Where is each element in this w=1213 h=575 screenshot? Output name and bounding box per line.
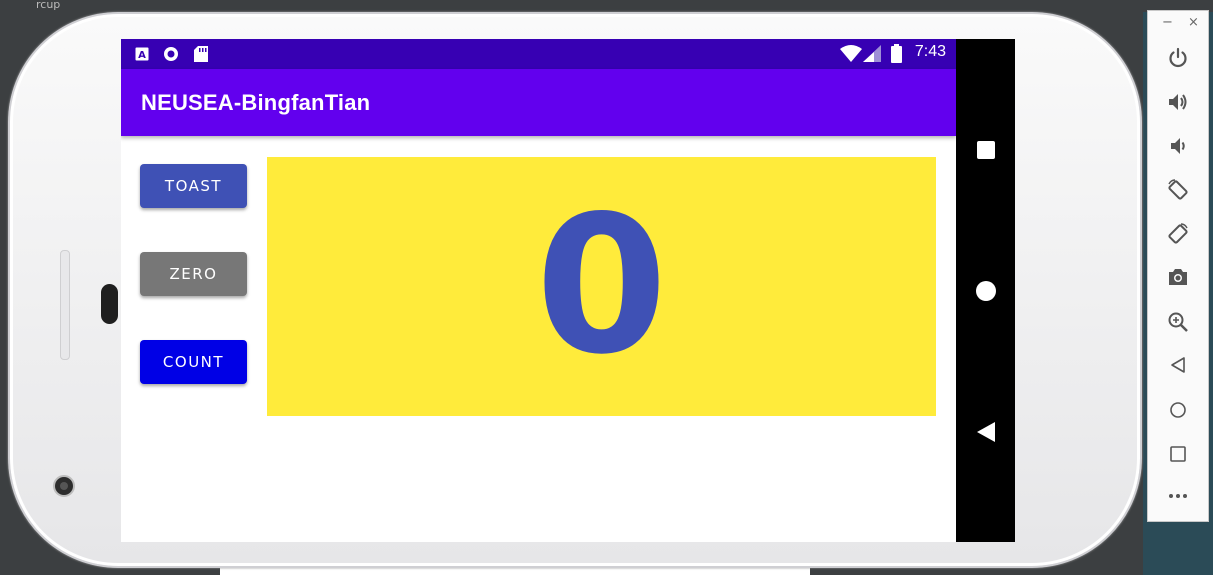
- status-bar: A 7:43: [121, 39, 956, 69]
- zoom-button[interactable]: [1148, 311, 1208, 333]
- screenshot-button[interactable]: [1148, 267, 1208, 287]
- home-icon: [1170, 402, 1186, 418]
- power-button[interactable]: [1148, 47, 1208, 69]
- more-options-button[interactable]: [1148, 493, 1208, 499]
- emulator-toolbar: − ×: [1147, 10, 1209, 522]
- home-circle-icon: [975, 281, 996, 301]
- count-button[interactable]: COUNT: [140, 340, 247, 384]
- cell-signal-icon: [863, 45, 881, 66]
- ide-fragment-text: rcup: [36, 0, 61, 11]
- app-bar: NEUSEA-BingfanTian: [121, 69, 956, 136]
- front-camera: [53, 475, 75, 497]
- counter-value: 0: [535, 174, 668, 396]
- svg-text:A: A: [138, 50, 146, 61]
- zero-button[interactable]: ZERO: [140, 252, 247, 296]
- sd-card-icon: [194, 46, 208, 66]
- power-icon: [1169, 47, 1187, 68]
- zoom-icon: [1168, 312, 1188, 332]
- back-triangle-icon: [976, 422, 995, 442]
- status-time: 7:43: [914, 43, 946, 60]
- home-nav-button[interactable]: [956, 281, 1015, 301]
- navigation-bar: [956, 39, 1015, 542]
- accessibility-notification-icon: A: [135, 46, 149, 65]
- wifi-icon: [840, 45, 862, 66]
- minimize-button[interactable]: −: [1162, 15, 1173, 30]
- rotate-right-button[interactable]: [1148, 222, 1208, 246]
- phone-side-button: [60, 250, 70, 360]
- emulator-overview-button[interactable]: [1148, 445, 1208, 463]
- volume-down-icon: [1171, 138, 1185, 154]
- emulator-back-button[interactable]: [1148, 356, 1208, 374]
- sync-circle-icon: [163, 46, 179, 66]
- app-title: NEUSEA-BingfanTian: [141, 90, 371, 115]
- phone-speaker: [101, 284, 118, 324]
- back-nav-button[interactable]: [956, 422, 1015, 442]
- back-icon: [1171, 357, 1185, 373]
- overview-square-icon: [976, 141, 995, 159]
- emulator-home-button[interactable]: [1148, 401, 1208, 419]
- volume-up-button[interactable]: [1148, 91, 1208, 113]
- close-button[interactable]: ×: [1188, 15, 1199, 30]
- rotate-left-icon: [1168, 179, 1188, 200]
- rotate-left-button[interactable]: [1148, 178, 1208, 202]
- toast-button[interactable]: TOAST: [140, 164, 247, 208]
- volume-down-button[interactable]: [1148, 135, 1208, 157]
- overview-nav-button[interactable]: [956, 141, 1015, 159]
- overview-icon: [1170, 446, 1186, 462]
- battery-icon: [891, 44, 902, 67]
- more-icon: [1169, 494, 1187, 498]
- camera-icon: [1169, 269, 1187, 285]
- rotate-right-icon: [1168, 223, 1188, 244]
- counter-display: 0: [267, 157, 936, 416]
- device-screen: A 7:43 NEUSEA-BingfanTian TOAST ZERO COU…: [121, 39, 956, 542]
- volume-up-icon: [1169, 94, 1187, 110]
